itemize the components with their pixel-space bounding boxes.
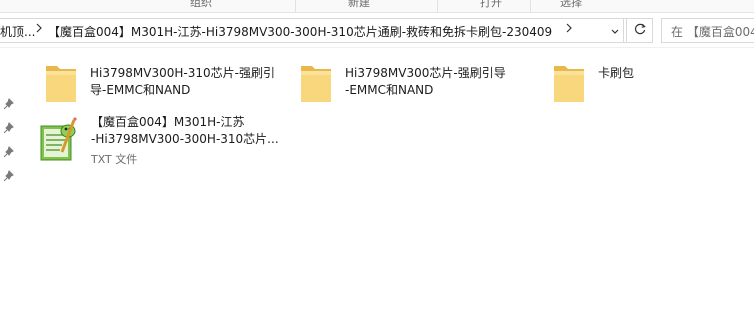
pin-icon[interactable] — [3, 95, 15, 110]
folder-name-line: 导-EMMC和NAND — [90, 83, 191, 97]
ribbon-group-open: 打开 — [480, 0, 502, 9]
search-input[interactable]: 在 【魔百盒004 — [661, 18, 754, 43]
address-bar-row: 机顶... 【魔百盒004】M301H-江苏-Hi3798MV300-300H-… — [0, 13, 754, 48]
refresh-button[interactable] — [627, 18, 653, 43]
folder-item[interactable]: 卡刷包 — [552, 62, 732, 122]
refresh-icon — [633, 21, 647, 40]
chevron-right-icon[interactable] — [565, 21, 573, 38]
address-bar[interactable]: 机顶... 【魔百盒004】M301H-江苏-Hi3798MV300-300H-… — [0, 18, 627, 43]
notepad-plus-plus-icon — [38, 116, 80, 166]
ribbon-group-new: 新建 — [348, 0, 370, 9]
folder-item[interactable]: Hi3798MV300H-310芯片-强刷引 导-EMMC和NAND — [44, 62, 284, 122]
ribbon-separator — [530, 0, 531, 12]
file-name-line: -Hi3798MV300-300H-310芯片... — [91, 132, 279, 146]
pin-icon[interactable] — [3, 143, 15, 158]
ribbon-group-organize: 组织 — [190, 0, 212, 9]
folder-name-line: 卡刷包 — [598, 66, 635, 80]
folder-icon — [299, 62, 333, 108]
ribbon-group-labels: 组织 新建 打开 选择 — [0, 0, 754, 13]
file-name-line: 【魔百盒004】M301H-江苏 — [91, 115, 245, 129]
file-explorer-window: 组织 新建 打开 选择 机顶... 【魔百盒004】M301H-江苏-Hi379… — [0, 0, 754, 309]
folder-name-line: Hi3798MV300H-310芯片-强刷引 — [90, 66, 275, 80]
ribbon-separator — [295, 0, 296, 12]
breadcrumb-parent[interactable]: 机顶... — [0, 23, 35, 40]
chevron-right-icon[interactable] — [35, 21, 43, 38]
folder-icon — [552, 62, 586, 108]
pin-icon[interactable] — [3, 167, 15, 182]
breadcrumb-current[interactable]: 【魔百盒004】M301H-江苏-Hi3798MV300-300H-310芯片通… — [48, 23, 553, 40]
ribbon-group-select: 选择 — [560, 0, 582, 9]
navigation-pane — [0, 48, 20, 309]
folder-icon — [44, 62, 78, 108]
pin-icon[interactable] — [3, 119, 15, 134]
file-item[interactable]: 【魔百盒004】M301H-江苏 -Hi3798MV300-300H-310芯片… — [38, 114, 298, 174]
folder-name-line: Hi3798MV300芯片-强刷引导 — [345, 66, 506, 80]
folder-name: 卡刷包 — [598, 65, 634, 82]
search-placeholder: 在 【魔百盒004 — [671, 25, 754, 39]
folder-item[interactable]: Hi3798MV300芯片-强刷引导 -EMMC和NAND — [299, 62, 539, 122]
file-name: 【魔百盒004】M301H-江苏 -Hi3798MV300-300H-310芯片… — [91, 114, 279, 148]
chevron-down-icon — [610, 21, 620, 40]
address-history-dropdown[interactable] — [606, 18, 624, 43]
folder-name-line: -EMMC和NAND — [345, 83, 434, 97]
ribbon-separator — [437, 0, 438, 12]
file-type-label: TXT 文件 — [91, 153, 138, 166]
folder-name: Hi3798MV300H-310芯片-强刷引 导-EMMC和NAND — [90, 65, 275, 99]
folder-name: Hi3798MV300芯片-强刷引导 -EMMC和NAND — [345, 65, 506, 99]
